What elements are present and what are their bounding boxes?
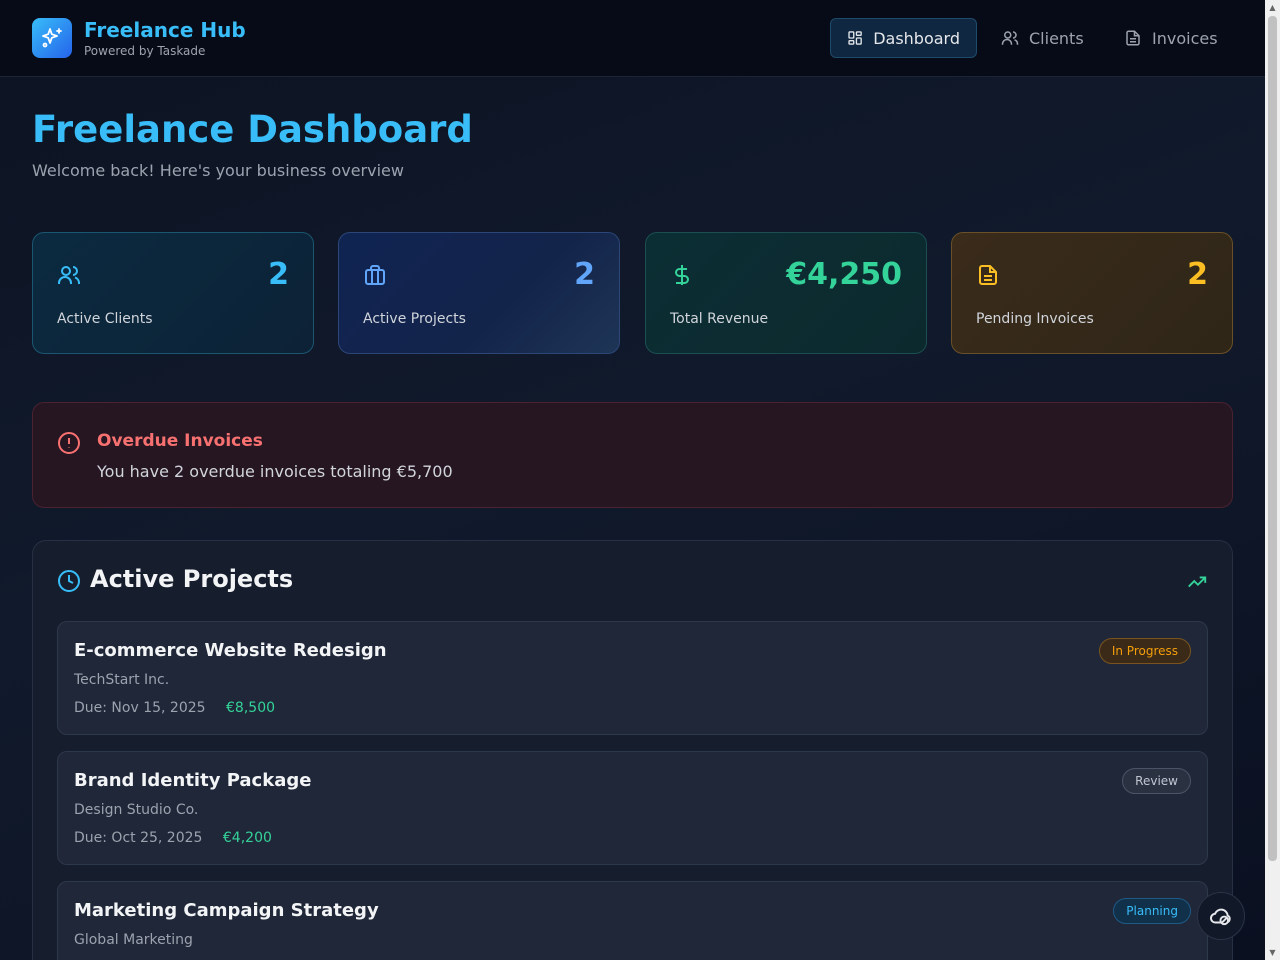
- page-scrollbar[interactable]: ▲ ▼: [1265, 0, 1280, 960]
- stat-card-pending-invoices: 2 Pending Invoices: [951, 232, 1233, 354]
- file-icon: [1126, 30, 1140, 46]
- stat-value: 2: [574, 257, 595, 292]
- project-due-date: Due: Nov 15, 2025: [74, 700, 206, 716]
- status-badge: Planning: [1113, 898, 1191, 924]
- project-card[interactable]: E-commerce Website Redesign TechStart In…: [57, 621, 1208, 735]
- page-title: Freelance Dashboard: [32, 108, 473, 151]
- nav-dashboard-label: Dashboard: [873, 28, 960, 48]
- project-due-row: Due: Oct 25, 2025 €4,200: [74, 830, 272, 846]
- stat-label: Total Revenue: [670, 311, 769, 327]
- alert-message: You have 2 overdue invoices totaling €5,…: [97, 462, 453, 481]
- nav-dashboard[interactable]: Dashboard: [830, 18, 977, 58]
- brand-subtitle: Powered by Taskade: [84, 44, 206, 58]
- project-card[interactable]: Marketing Campaign Strategy Global Marke…: [57, 881, 1208, 960]
- cloud-off-icon: [1210, 908, 1231, 926]
- nav-invoices[interactable]: Invoices: [1108, 18, 1234, 58]
- stat-value: €4,250: [786, 257, 902, 292]
- project-card[interactable]: Brand Identity Package Design Studio Co.…: [57, 751, 1208, 865]
- project-amount: €8,500: [226, 700, 276, 716]
- scroll-up-arrow-icon[interactable]: ▲: [1265, 0, 1280, 15]
- project-title: Brand Identity Package: [74, 770, 312, 791]
- nav-invoices-label: Invoices: [1152, 28, 1218, 48]
- dollar-icon: [675, 265, 689, 285]
- project-client: Global Marketing: [74, 932, 193, 948]
- briefcase-icon: [365, 265, 385, 285]
- clock-icon: [58, 570, 80, 592]
- stat-label: Active Clients: [57, 311, 153, 327]
- brand-title: Freelance Hub: [84, 18, 246, 42]
- stat-value: 2: [1187, 257, 1208, 292]
- trending-up-icon: [1188, 576, 1207, 588]
- nav-clients-label: Clients: [1029, 28, 1084, 48]
- scroll-thumb[interactable]: [1268, 16, 1277, 861]
- floating-assistant-button[interactable]: [1197, 892, 1245, 940]
- project-client: Design Studio Co.: [74, 802, 199, 818]
- stat-card-active-clients: 2 Active Clients: [32, 232, 314, 354]
- project-amount: €4,200: [222, 830, 272, 846]
- panel-title: Active Projects: [90, 565, 294, 593]
- users-icon: [58, 266, 80, 284]
- project-title: E-commerce Website Redesign: [74, 640, 387, 661]
- nav-clients[interactable]: Clients: [985, 18, 1101, 58]
- stat-label: Active Projects: [363, 311, 466, 327]
- document-icon: [979, 265, 997, 285]
- scroll-down-arrow-icon[interactable]: ▼: [1265, 945, 1280, 960]
- alert-circle-icon: [58, 432, 80, 454]
- stat-card-active-projects: 2 Active Projects: [338, 232, 620, 354]
- stat-value: 2: [268, 257, 289, 292]
- users-icon: [1001, 31, 1019, 45]
- project-title: Marketing Campaign Strategy: [74, 900, 379, 921]
- status-badge: In Progress: [1098, 638, 1191, 664]
- project-client: TechStart Inc.: [74, 672, 170, 688]
- top-nav-bar: Freelance Hub Powered by Taskade Dashboa…: [0, 0, 1265, 77]
- overdue-invoices-alert: Overdue Invoices You have 2 overdue invo…: [32, 402, 1233, 508]
- project-due-row: Due: Nov 15, 2025 €8,500: [74, 700, 275, 716]
- page-subtitle: Welcome back! Here's your business overv…: [32, 161, 404, 180]
- sparkle-logo-icon: [32, 18, 72, 58]
- stat-card-total-revenue: €4,250 Total Revenue: [645, 232, 927, 354]
- dashboard-icon: [848, 31, 862, 45]
- stat-label: Pending Invoices: [976, 311, 1094, 327]
- project-due-date: Due: Oct 25, 2025: [74, 830, 203, 846]
- active-projects-panel: Active Projects E-commerce Website Redes…: [32, 540, 1233, 960]
- alert-title: Overdue Invoices: [97, 431, 263, 451]
- status-badge: Review: [1122, 768, 1191, 794]
